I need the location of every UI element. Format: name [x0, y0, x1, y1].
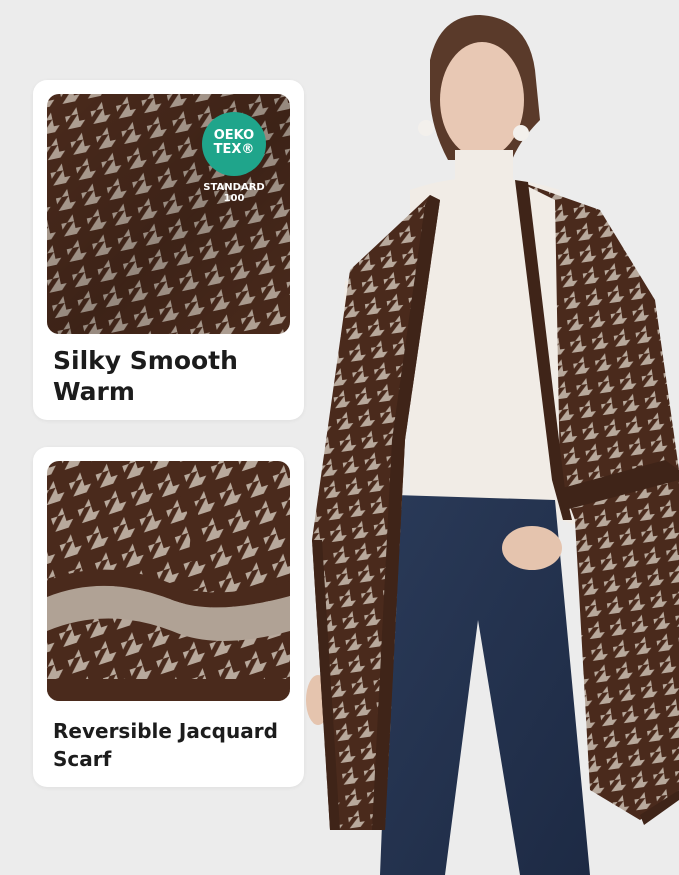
oeko-tex-logo: OEKO TEX® [202, 112, 266, 176]
oeko-line1: OEKO [213, 128, 255, 143]
reversible-fabric-image [47, 461, 290, 701]
feature-caption-line: Silky Smooth [53, 346, 238, 375]
feature-caption: Reversible Jacquard Scarf [53, 717, 294, 773]
oeko-tex-badge: OEKO TEX® STANDARD 100 [196, 112, 272, 204]
feature-caption: Silky Smooth Warm [53, 345, 294, 408]
oeko-standard-label: STANDARD 100 [196, 182, 272, 204]
feature-caption-line: Warm [53, 377, 135, 407]
feature-card-reversible: Reversible Jacquard Scarf [33, 447, 304, 787]
feature-caption-line: Scarf [53, 747, 112, 771]
oeko-line2: TEX® [213, 142, 255, 157]
feature-caption-line: Reversible Jacquard [53, 719, 278, 743]
oeko-standard: STANDARD [203, 182, 265, 193]
oeko-number: 100 [223, 193, 245, 204]
